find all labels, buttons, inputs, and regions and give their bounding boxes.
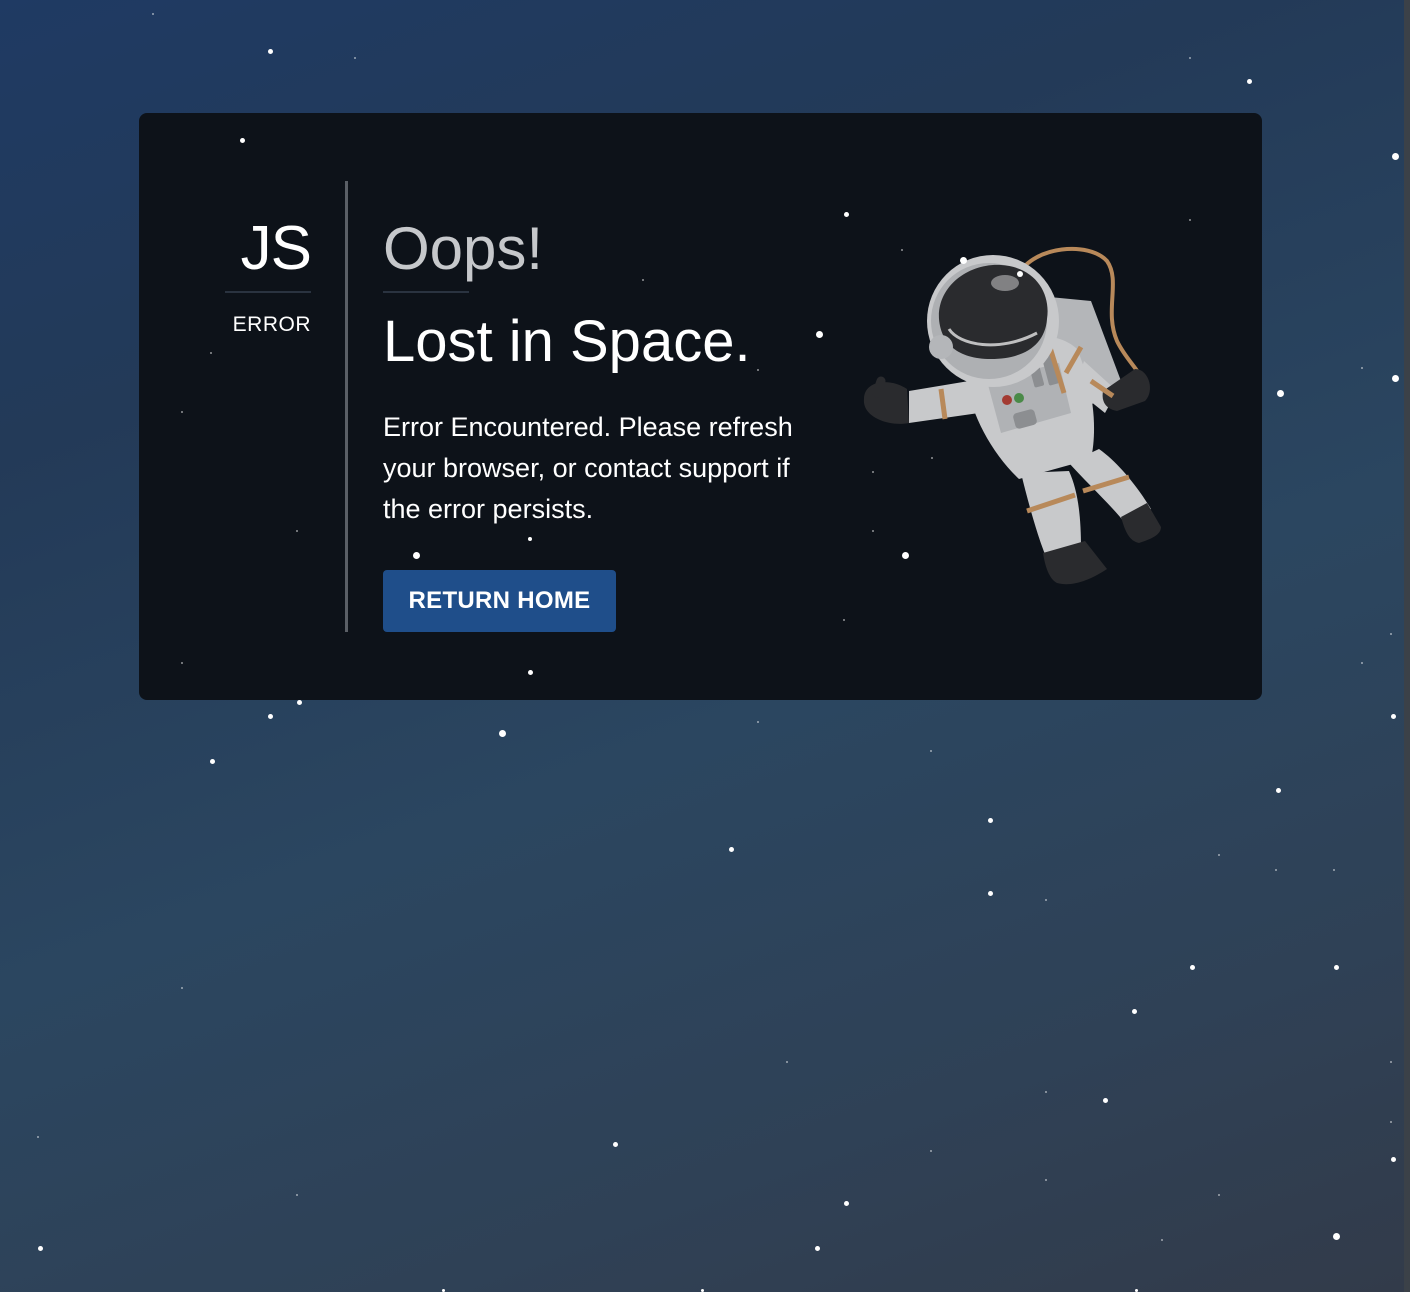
error-code-rule (225, 291, 311, 293)
star (1045, 1091, 1047, 1093)
star (1246, 78, 1252, 84)
star (1134, 1288, 1138, 1292)
star (1390, 713, 1396, 719)
star (930, 750, 932, 752)
star (209, 758, 215, 764)
star (1391, 374, 1399, 382)
exclamation-text: Oops! (383, 215, 544, 282)
error-content: Oops! Lost in Space. Error Encountered. … (383, 213, 843, 530)
star (959, 256, 967, 264)
star (843, 619, 845, 621)
star (1332, 1232, 1340, 1240)
star (987, 817, 993, 823)
star (1102, 1097, 1108, 1103)
star (1218, 854, 1220, 856)
star (296, 699, 302, 705)
error-message: Error Encountered. Please refresh your b… (383, 412, 793, 524)
astronaut-icon (863, 247, 1161, 585)
star (1275, 787, 1281, 793)
star (37, 1245, 43, 1251)
star (814, 1245, 820, 1251)
star (1131, 1008, 1137, 1014)
star (757, 721, 759, 723)
star (642, 279, 644, 281)
star (1189, 219, 1191, 221)
star (1390, 633, 1392, 635)
exclamation-rule (383, 291, 469, 293)
star (1361, 662, 1363, 664)
star (296, 530, 298, 532)
star (901, 551, 909, 559)
star (700, 1288, 704, 1292)
star (843, 1200, 849, 1206)
star (498, 729, 506, 737)
star (441, 1288, 445, 1292)
star (901, 249, 903, 251)
star (181, 987, 183, 989)
star (815, 330, 823, 338)
star (1361, 367, 1363, 369)
error-code: JS (240, 214, 312, 283)
star (239, 137, 245, 143)
star (1017, 271, 1023, 277)
star (1391, 152, 1399, 160)
star (1189, 964, 1195, 970)
star (412, 551, 420, 559)
star (181, 662, 183, 664)
star (1045, 1179, 1047, 1181)
star (1189, 57, 1191, 59)
vertical-divider (345, 181, 348, 632)
star (181, 411, 183, 413)
error-card: JS ERROR Oops! Lost in Space. Error Enco… (139, 113, 1262, 700)
star (267, 713, 273, 719)
star (930, 1150, 932, 1152)
star (1333, 869, 1335, 871)
star (757, 369, 759, 371)
star (354, 57, 356, 59)
star (210, 352, 212, 354)
star (786, 1061, 788, 1063)
star (296, 1194, 298, 1196)
star (1045, 899, 1047, 901)
star (527, 669, 533, 675)
star (1333, 964, 1339, 970)
star (1218, 1194, 1220, 1196)
star (267, 48, 273, 54)
window-edge (1404, 0, 1410, 1292)
star (728, 846, 734, 852)
star (37, 1136, 39, 1138)
star (528, 537, 532, 541)
star (152, 13, 154, 15)
star (1390, 1121, 1392, 1123)
star (1161, 1239, 1163, 1241)
error-code-label: ERROR (232, 313, 311, 336)
star (612, 1141, 618, 1147)
return-home-button[interactable]: RETURN HOME (383, 570, 616, 632)
star (1390, 1156, 1396, 1162)
star (987, 890, 993, 896)
page-title: Lost in Space. (383, 309, 751, 374)
star (1275, 869, 1277, 871)
star (843, 211, 849, 217)
star (872, 530, 874, 532)
star (872, 471, 874, 473)
star (931, 457, 933, 459)
star (1276, 389, 1284, 397)
star (1390, 1061, 1392, 1063)
error-code-block: JS ERROR (225, 213, 312, 337)
